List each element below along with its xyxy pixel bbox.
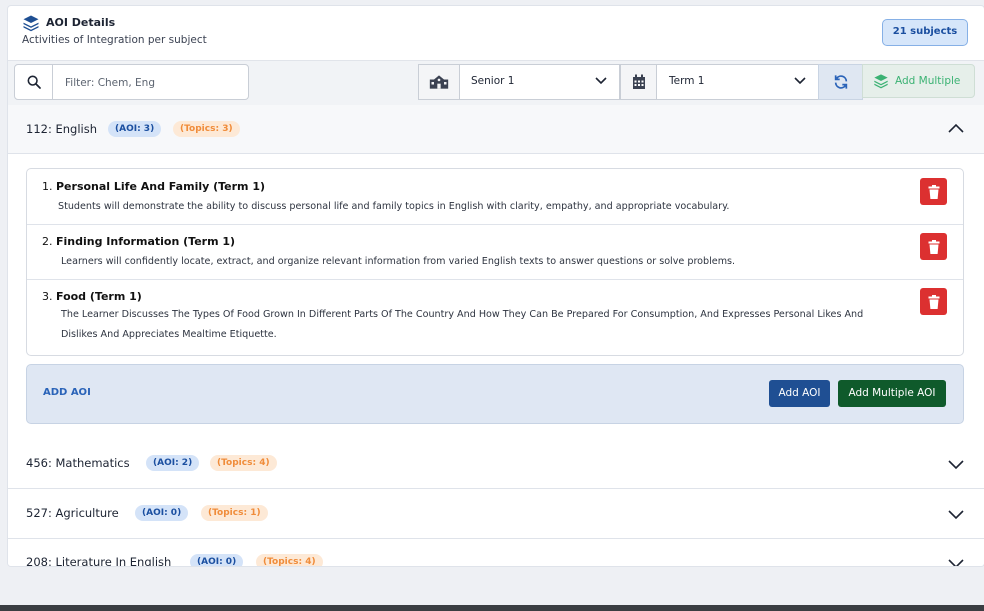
subject-title: 527: Agriculture [26,506,119,520]
calendar-icon [632,74,645,89]
subject-title: 208: Literature In English [26,555,172,567]
aoi-item: 1. Personal Life And Family (Term 1) Stu… [27,169,963,225]
topics-count-badge: (Topics: 3) [173,121,240,137]
add-multiple-button[interactable]: Add Multiple [862,64,975,98]
subject-header-english[interactable]: 112: English (AOI: 3) (Topics: 3) [8,105,984,154]
aoi-count-badge: (AOI: 0) [190,554,244,566]
bottom-bar [0,605,984,611]
school-icon-box [419,65,460,99]
subject-body-english: 1. Personal Life And Family (Term 1) Stu… [8,154,984,441]
chevron-down-icon[interactable] [948,559,964,567]
subject-header-literature[interactable]: 208: Literature In English (AOI: 0) (Top… [8,539,984,567]
page-subtitle: Activities of Integration per subject [22,34,207,46]
refresh-button[interactable] [818,64,863,100]
subject-title: 112: English [26,122,98,136]
aoi-count-badge: (AOI: 0) [135,505,189,521]
chevron-down-icon[interactable] [948,510,964,520]
class-select-value: Senior 1 [471,75,515,87]
class-select[interactable]: Senior 1 [418,64,620,100]
chevron-down-icon [595,77,607,85]
refresh-icon [834,75,847,89]
page-background-edge [0,0,7,605]
add-multiple-aoi-button[interactable]: Add Multiple AOI [838,380,946,407]
term-select[interactable]: Term 1 [620,64,819,100]
chevron-down-icon [794,77,806,85]
subject-header-mathematics[interactable]: 456: Mathematics (AOI: 2) (Topics: 4) [8,439,984,489]
aoi-count-badge: (AOI: 3) [108,121,162,137]
aoi-count-badge: (AOI: 2) [146,455,200,471]
trash-icon [928,294,939,309]
aoi-item-description-line: Dislikes And Appreciates Mealtime Etique… [61,329,277,340]
add-aoi-button[interactable]: Add AOI [769,380,830,407]
aoi-item-description: Students will demonstrate the ability to… [58,201,730,212]
topics-count-badge: (Topics: 1) [201,505,268,521]
topics-count-badge: (Topics: 4) [210,455,277,471]
delete-aoi-button[interactable] [920,288,947,315]
chevron-down-icon[interactable] [948,460,964,470]
subject-title: 456: Mathematics [26,456,130,470]
aoi-item: 2. Finding Information (Term 1) Learners… [27,224,963,280]
trash-icon [928,184,939,199]
aoi-item: 3. Food (Term 1) The Learner Discusses T… [27,279,963,354]
aoi-item-title: 3. Food (Term 1) [42,290,142,303]
aoi-details-card: AOI Details Activities of Integration pe… [7,5,984,567]
aoi-item-description: The Learner Discusses The Types Of Food … [61,305,863,345]
add-aoi-section: ADD AOI Add AOI Add Multiple AOI [26,364,964,424]
search-group [14,64,257,101]
add-aoi-label: ADD AOI [43,387,91,398]
aoi-item-title: 1. Personal Life And Family (Term 1) [42,180,266,193]
search-icon [27,75,41,89]
topics-count-badge: (Topics: 4) [256,554,323,566]
aoi-item-title: 2. Finding Information (Term 1) [42,235,236,248]
delete-aoi-button[interactable] [920,233,947,260]
layers-icon [23,15,39,32]
layers-icon [874,74,888,89]
school-icon [429,75,449,89]
filter-toolbar: Senior 1 Term 1 [8,60,984,107]
aoi-item-description-line: The Learner Discusses The Types Of Food … [61,309,864,320]
trash-icon [928,239,939,254]
search-button[interactable] [15,65,53,99]
subject-header-agriculture[interactable]: 527: Agriculture (AOI: 0) (Topics: 1) [8,489,984,539]
aoi-item-description: Learners will confidently locate, extrac… [61,256,736,267]
aoi-list: 1. Personal Life And Family (Term 1) Stu… [26,168,964,356]
page-title: AOI Details [46,16,116,29]
calendar-icon-box [621,65,657,99]
add-multiple-label: Add Multiple [895,75,961,87]
term-select-value: Term 1 [669,75,705,87]
subjects-count-badge: 21 subjects [882,19,968,46]
card-header: AOI Details Activities of Integration pe… [8,6,984,60]
chevron-up-icon[interactable] [948,123,964,133]
delete-aoi-button[interactable] [920,178,947,205]
search-input[interactable] [53,65,257,101]
